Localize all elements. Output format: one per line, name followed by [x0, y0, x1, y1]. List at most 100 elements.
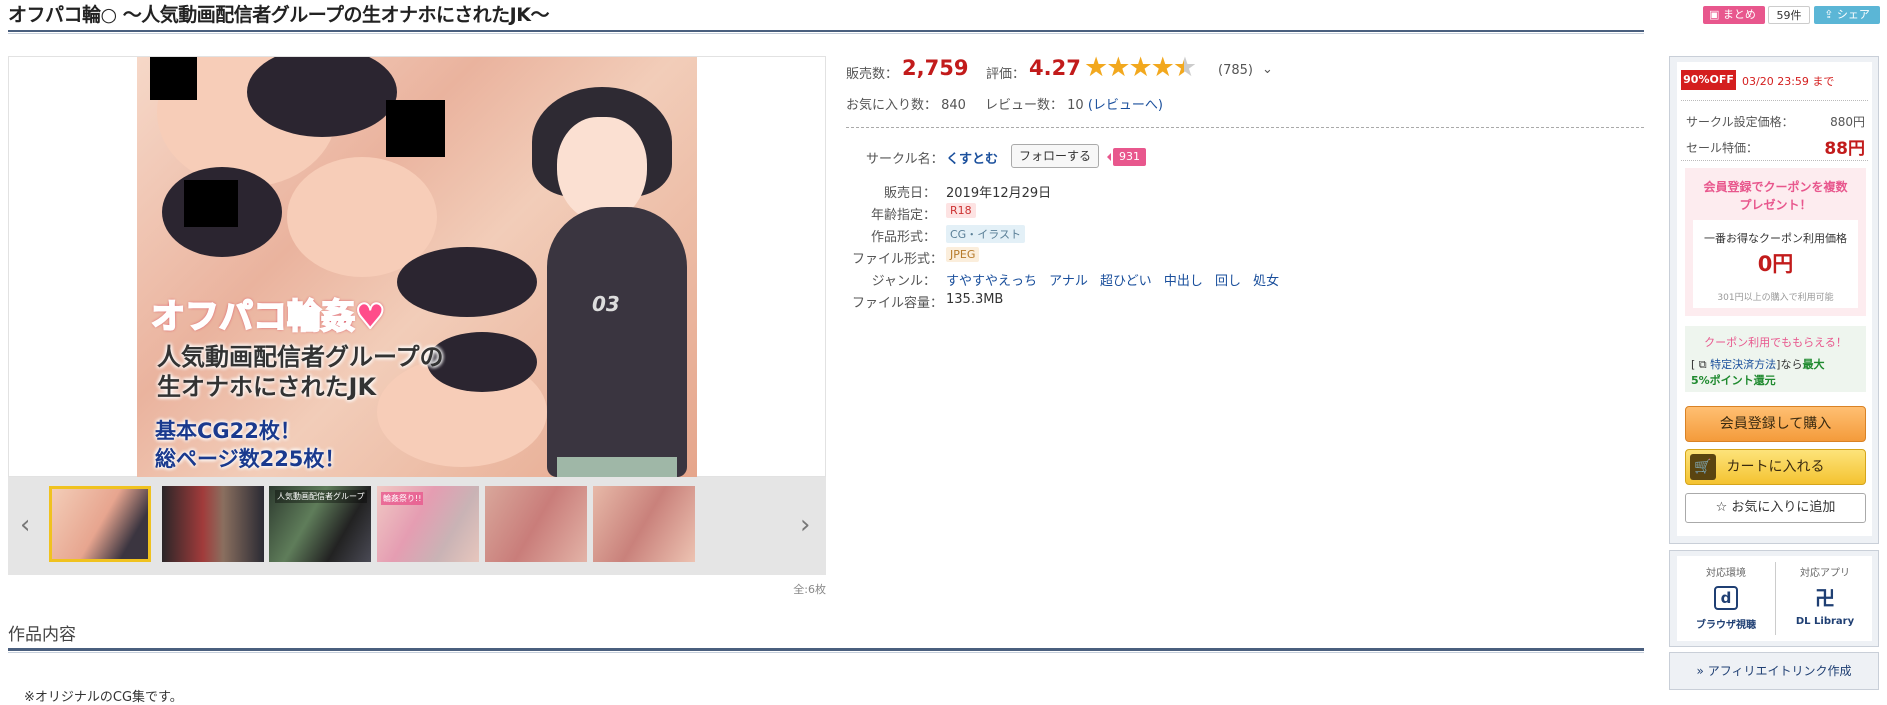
payment-bonus-points: 5%ポイント還元	[1691, 374, 1776, 387]
thumbnail[interactable]	[162, 486, 264, 562]
compat-app-caption[interactable]: DL Library	[1780, 616, 1870, 627]
browser-icon: d	[1714, 586, 1738, 610]
payment-bonus-title: クーポン利用でももらえる！	[1704, 336, 1847, 349]
sale-price-value: 88円	[1824, 139, 1865, 159]
circle-label: サークル名：	[866, 152, 944, 167]
art-sub-line2: 総ページ数225枚！	[155, 447, 346, 471]
thumbnail[interactable]	[593, 486, 695, 562]
release-date-label: 販売日：	[883, 186, 936, 201]
payment-method-link[interactable]: 特定決済方法	[1710, 358, 1776, 371]
section-divider	[8, 648, 1644, 651]
dotted-divider	[846, 127, 1644, 128]
art-sub-line1: 基本CG22枚！	[155, 419, 301, 443]
compat-app-heading: 対応アプリ	[1800, 568, 1850, 579]
section-title: 作品内容	[8, 625, 76, 645]
work-format-label: 作品形式：	[870, 230, 936, 245]
chevron-left-icon[interactable]: ‹	[20, 510, 30, 540]
genre-link[interactable]: 超ひどい	[1100, 274, 1152, 289]
censor-block	[386, 100, 445, 157]
sales-label: 販売数：	[846, 67, 899, 82]
payment-bonus-suffix: ]なら	[1776, 358, 1803, 371]
page-title: オフパコ輪○ ～人気動画配信者グループの生オナホにされたJK～	[8, 4, 549, 26]
art-shape	[547, 207, 687, 477]
coupon-note: 301円以上の購入で利用可能	[1717, 293, 1834, 303]
star-icon: ★	[1128, 52, 1152, 83]
rating-value: 4.27	[1029, 56, 1081, 80]
sale-price-label: セール特価：	[1686, 141, 1759, 155]
thumbnail[interactable]: 人気動画配信者グループ	[269, 486, 371, 562]
sale-end-text: 03/20 23:59 まで	[1742, 75, 1835, 88]
rating-count: (785)	[1218, 63, 1253, 78]
main-product-image[interactable]: 03 オフパコ輪姦♥ 人気動画配信者グループの 生オナホにされたJK 基本CG2…	[137, 57, 697, 477]
register-and-buy-button[interactable]: 会員登録して購入	[1685, 406, 1866, 442]
art-title-line3: 生オナホにされたJK	[157, 373, 377, 401]
censor-block	[150, 57, 197, 100]
reviews-count: レビュー数： 10 (レビューへ)	[985, 94, 1163, 113]
age-rating-value-wrap: R18	[946, 203, 976, 218]
thumbnail[interactable]	[485, 486, 587, 562]
compat-env-heading: 対応環境	[1706, 568, 1746, 579]
work-format-tag[interactable]: CG・イラスト	[946, 225, 1025, 243]
payment-bonus-line: [ ⧉ 特定決済方法]なら最大	[1691, 356, 1824, 372]
star-icon: ★	[1150, 52, 1175, 83]
chevron-down-icon[interactable]: ⌄	[1262, 62, 1273, 77]
list-price-label: サークル設定価格：	[1686, 115, 1794, 129]
matome-button[interactable]: ▣ まとめ	[1703, 6, 1765, 24]
compat-env-caption[interactable]: ブラウザ視聴	[1681, 616, 1771, 631]
age-rating-tag[interactable]: R18	[946, 203, 976, 218]
genre-link[interactable]: 処女	[1253, 274, 1279, 289]
file-format-value-wrap: JPEG	[946, 247, 980, 262]
affiliate-link-button[interactable]: » アフィリエイトリンク作成	[1669, 652, 1879, 690]
bracket-open: [	[1691, 358, 1696, 371]
art-title-line1: オフパコ輪姦♥	[150, 296, 386, 338]
art-shape	[397, 247, 537, 317]
title-divider	[8, 30, 1644, 32]
work-format-value-wrap: CG・イラスト	[946, 225, 1025, 243]
censor-block	[184, 180, 238, 227]
chevron-right-icon[interactable]: ›	[800, 510, 810, 540]
image-count: 全:6枚	[793, 583, 826, 596]
share-button[interactable]: ⇪ シェア	[1814, 6, 1880, 24]
file-format-label: ファイル形式：	[852, 252, 944, 267]
description-text: ※オリジナルのCG集です。	[24, 690, 183, 705]
payment-bonus-highlight: 最大	[1802, 358, 1825, 371]
genre-list: すやすやえっち アナル 超ひどい 中出し 回し 処女	[946, 270, 1287, 289]
file-format-tag[interactable]: JPEG	[946, 247, 980, 262]
matome-label: まとめ	[1722, 8, 1756, 21]
reviews-count-text: レビュー数： 10	[985, 98, 1084, 113]
favorites-label: お気に入りに追加	[1731, 500, 1836, 515]
circle-name-link[interactable]: くすとむ	[946, 148, 998, 167]
section-divider-light	[8, 652, 1644, 653]
matome-count-badge: 59件	[1768, 6, 1810, 24]
favorites-count: お気に入り数： 840	[846, 98, 966, 113]
coupon-price-label: 一番お得なクーポン利用価格	[1704, 232, 1847, 245]
panel-divider	[1681, 160, 1868, 161]
cart-label: カートに入れる	[1726, 459, 1825, 475]
dl-library-icon: 卍	[1815, 586, 1835, 610]
thumbnail-caption: 輪姦祭り!!	[381, 492, 424, 505]
external-link-icon: ⧉	[1698, 358, 1707, 371]
bookmark-icon: ▣	[1709, 8, 1723, 21]
genre-link[interactable]: 中出し	[1164, 274, 1203, 289]
genre-link[interactable]: 回し	[1215, 274, 1241, 289]
follow-count-badge: 931	[1107, 148, 1146, 166]
rating-stars: ★★★★★	[1084, 52, 1197, 83]
discount-badge: 90%OFF	[1681, 70, 1736, 90]
share-icon: ⇪	[1824, 8, 1837, 21]
art-jersey-number: 03	[592, 292, 620, 316]
title-divider-light	[8, 33, 1644, 34]
add-to-favorites-button[interactable]: ☆ お気に入りに追加	[1685, 493, 1866, 523]
thumbnail[interactable]	[49, 486, 151, 562]
star-outline-icon: ☆	[1715, 500, 1732, 515]
thumbnail-caption: 人気動画配信者グループ	[275, 490, 367, 503]
thumbnail[interactable]: 輪姦祭り!!	[377, 486, 479, 562]
genre-link[interactable]: アナル	[1049, 274, 1088, 289]
follow-button[interactable]: フォローする	[1011, 144, 1099, 168]
panel-divider	[1681, 100, 1868, 101]
release-date-value: 2019年12月29日	[946, 186, 1052, 201]
file-size-value: 135.3MB	[946, 292, 1004, 307]
rating-label: 評価：	[986, 67, 1026, 82]
reviews-link[interactable]: (レビューへ)	[1088, 98, 1163, 113]
genre-link[interactable]: すやすやえっち	[946, 274, 1037, 289]
sales-value: 2,759	[902, 56, 969, 80]
